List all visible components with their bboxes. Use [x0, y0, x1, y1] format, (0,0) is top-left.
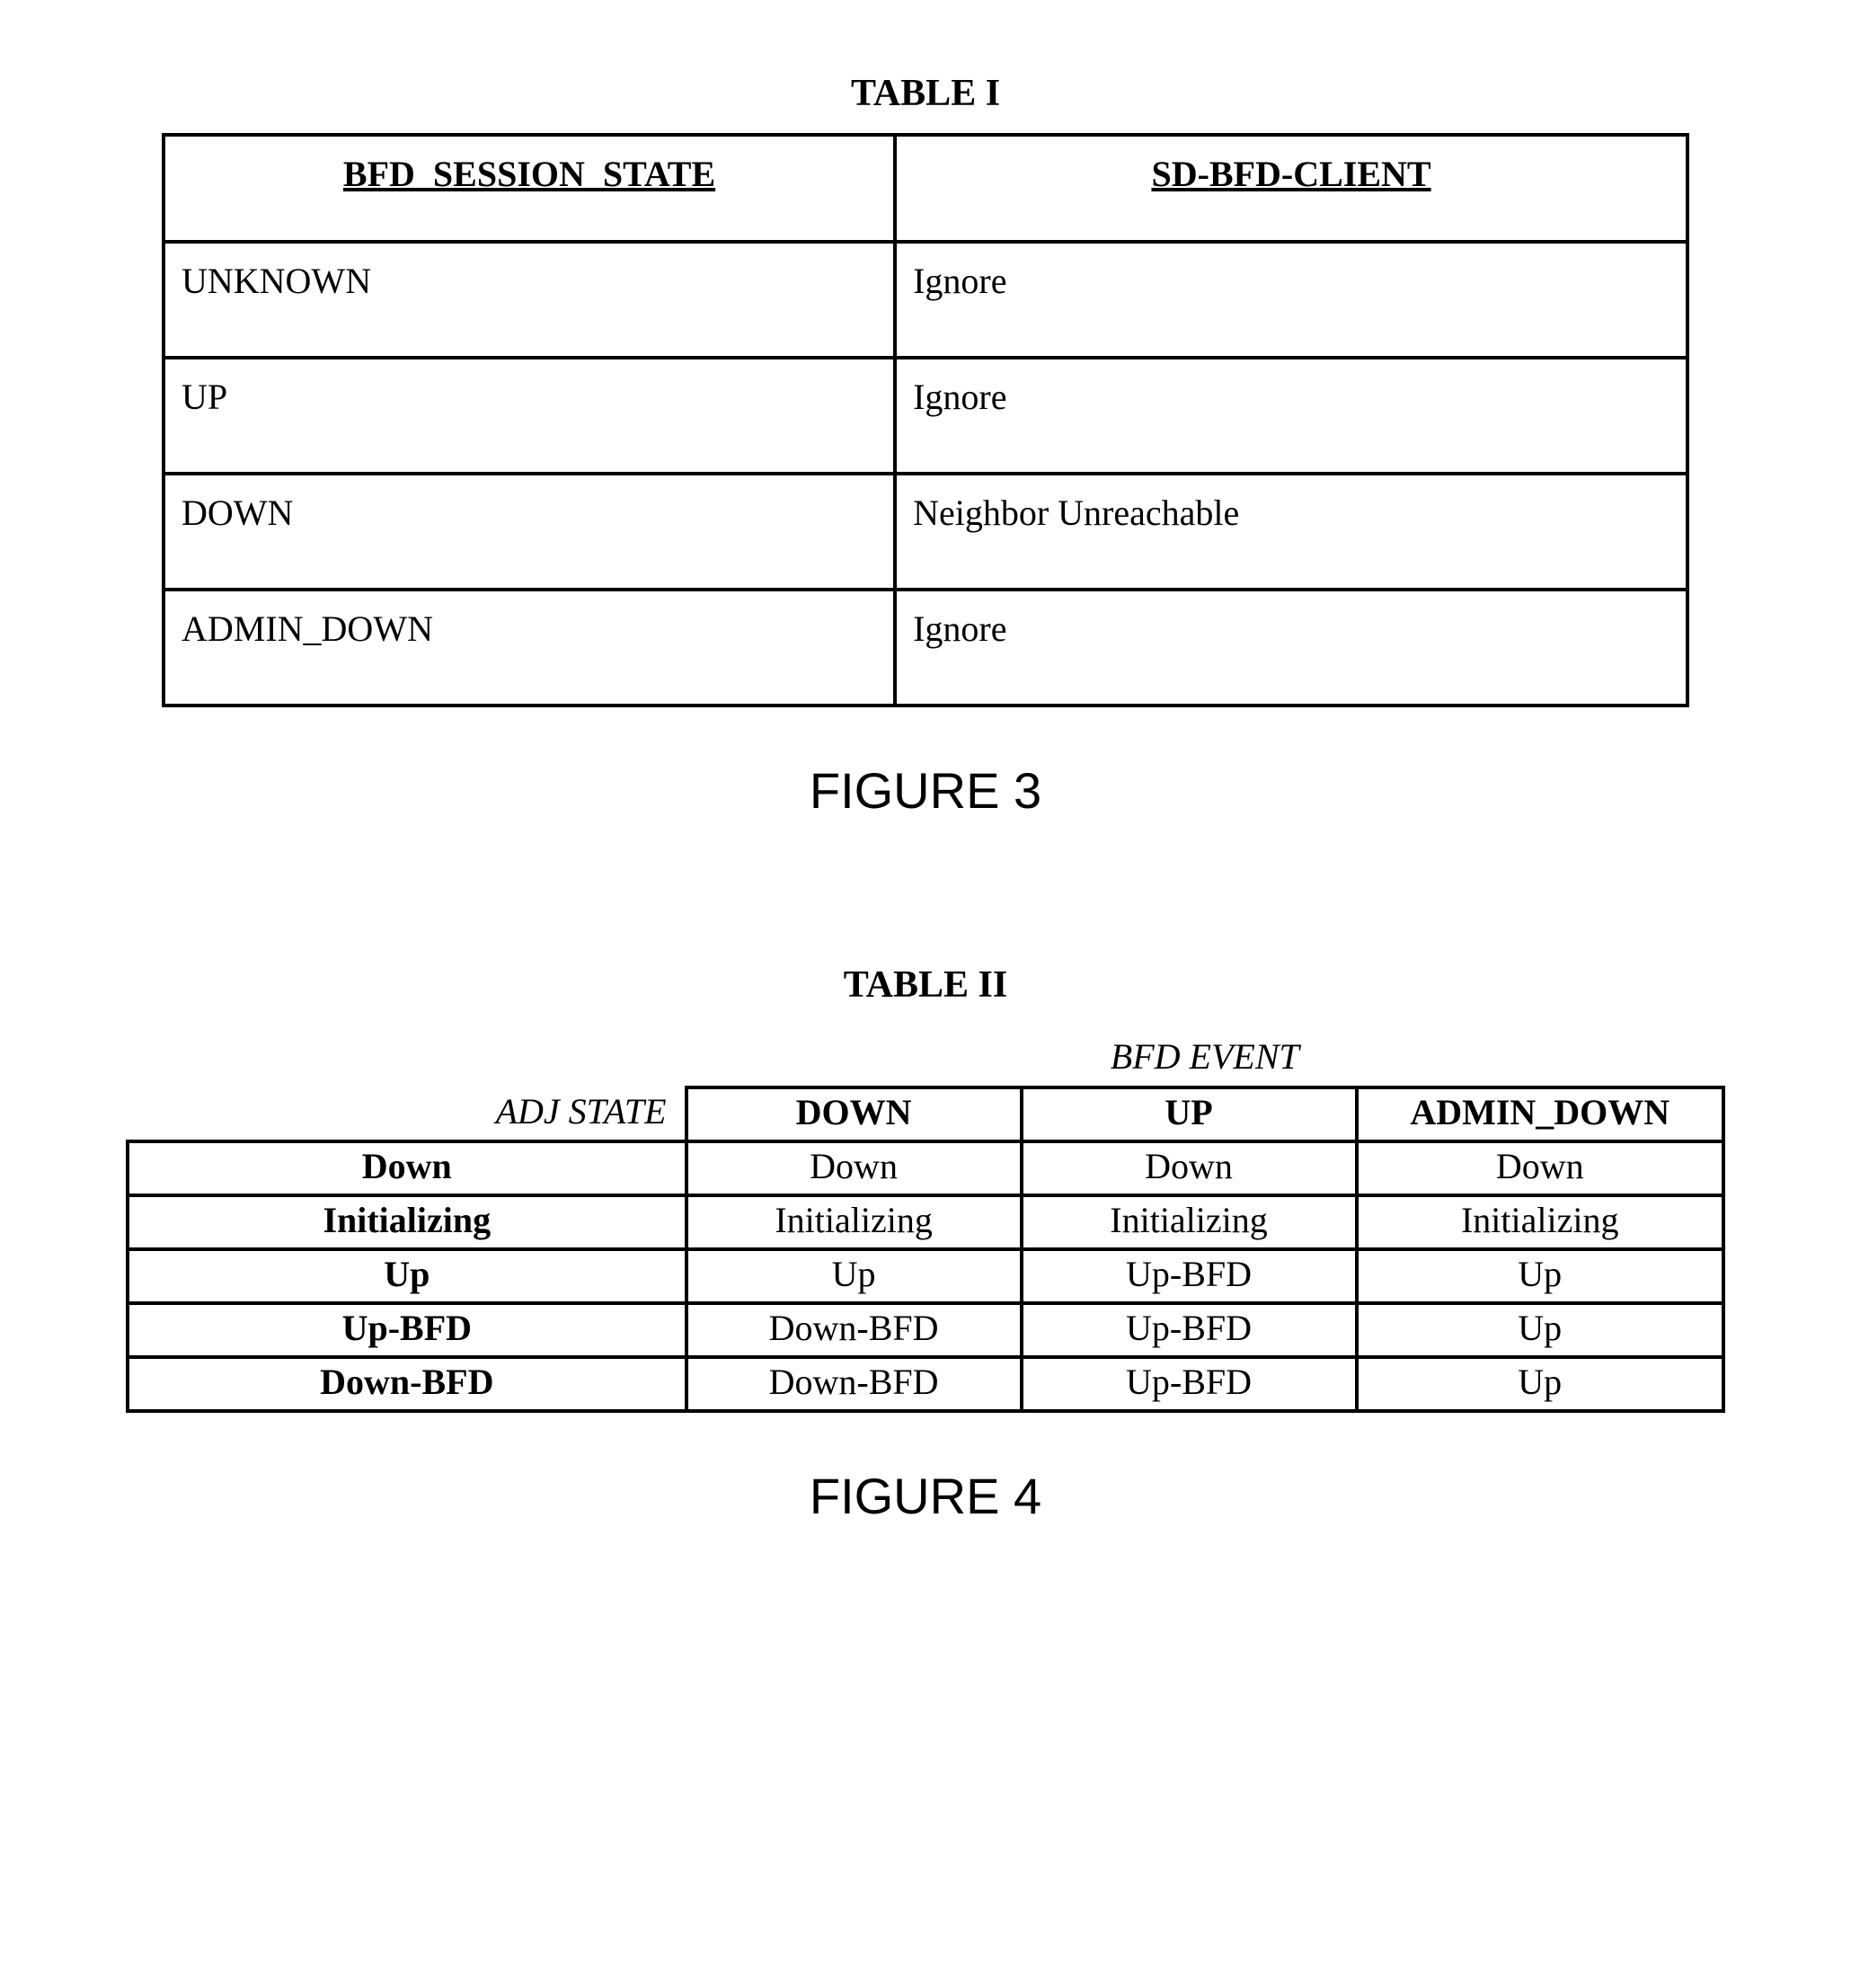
table2: BFD EVENT ADJ STATE DOWN UP ADMIN_DOWN D…: [126, 1034, 1725, 1413]
table1-cell: DOWN: [164, 474, 895, 590]
table2-cell: Down: [686, 1141, 1022, 1195]
figure3-label: FIGURE 3: [108, 761, 1743, 820]
table2-cell: Initializing: [1022, 1195, 1357, 1249]
table-row: BFD EVENT: [128, 1034, 1723, 1087]
table2-rowheader: Up: [128, 1249, 686, 1303]
table1-title: TABLE I: [108, 72, 1743, 115]
table-row: Down Down Down Down: [128, 1141, 1723, 1195]
table2-cell: Down-BFD: [686, 1357, 1022, 1411]
table-row: ADMIN_DOWN Ignore: [164, 590, 1687, 706]
table-row: UP Ignore: [164, 358, 1687, 474]
table2-rowheader: Up-BFD: [128, 1303, 686, 1357]
table2-colheader: DOWN: [686, 1087, 1022, 1141]
table-row: DOWN Neighbor Unreachable: [164, 474, 1687, 590]
table-row: BFD_SESSION_STATE SD-BFD-CLIENT: [164, 135, 1687, 242]
table1-cell: Ignore: [895, 590, 1687, 706]
table-row: Up Up Up-BFD Up: [128, 1249, 1723, 1303]
table2-title: TABLE II: [126, 963, 1725, 1007]
table2-cell: Down: [1022, 1141, 1357, 1195]
blank-cell: [128, 1034, 686, 1087]
adj-state-label: ADJ STATE: [128, 1087, 686, 1141]
bfd-event-header: BFD EVENT: [686, 1034, 1723, 1087]
table2-cell: Up-BFD: [1022, 1249, 1357, 1303]
table2-cell: Up: [1357, 1303, 1724, 1357]
table2-cell: Up: [1357, 1249, 1724, 1303]
table2-cell: Initializing: [686, 1195, 1022, 1249]
table2-rowheader: Initializing: [128, 1195, 686, 1249]
table2-cell: Down-BFD: [686, 1303, 1022, 1357]
table2-rowheader: Down: [128, 1141, 686, 1195]
table2-colheader: ADMIN_DOWN: [1357, 1087, 1724, 1141]
table1-cell: ADMIN_DOWN: [164, 590, 895, 706]
table-row: Initializing Initializing Initializing I…: [128, 1195, 1723, 1249]
table1-header-client: SD-BFD-CLIENT: [895, 135, 1687, 242]
table-row: Up-BFD Down-BFD Up-BFD Up: [128, 1303, 1723, 1357]
table1-cell: Neighbor Unreachable: [895, 474, 1687, 590]
table2-cell: Up: [686, 1249, 1022, 1303]
table2-rowheader: Down-BFD: [128, 1357, 686, 1411]
table1-cell: Ignore: [895, 242, 1687, 358]
table2-cell: Up: [1357, 1357, 1724, 1411]
table2-cell: Up-BFD: [1022, 1303, 1357, 1357]
table-row: UNKNOWN Ignore: [164, 242, 1687, 358]
table2-colheader: UP: [1022, 1087, 1357, 1141]
table2-cell: Initializing: [1357, 1195, 1724, 1249]
table1-cell: UNKNOWN: [164, 242, 895, 358]
table2-cell: Up-BFD: [1022, 1357, 1357, 1411]
table-row: ADJ STATE DOWN UP ADMIN_DOWN: [128, 1087, 1723, 1141]
figure4-label: FIGURE 4: [108, 1467, 1743, 1525]
table2-cell: Down: [1357, 1141, 1724, 1195]
table-row: Down-BFD Down-BFD Up-BFD Up: [128, 1357, 1723, 1411]
table1-cell: Ignore: [895, 358, 1687, 474]
table1-cell: UP: [164, 358, 895, 474]
table1: BFD_SESSION_STATE SD-BFD-CLIENT UNKNOWN …: [162, 133, 1689, 707]
table1-header-state: BFD_SESSION_STATE: [164, 135, 895, 242]
